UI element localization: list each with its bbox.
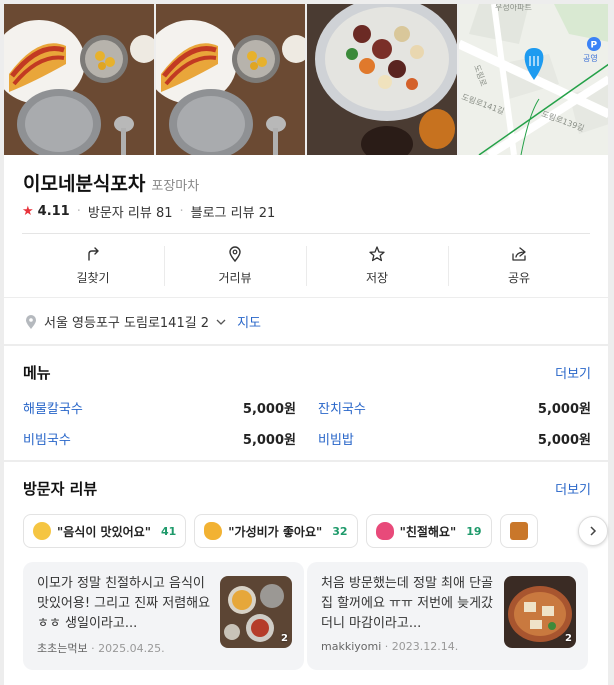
- review-meta: makkiyomi · 2023.12.14.: [321, 640, 458, 653]
- save-label: 저장: [365, 271, 389, 285]
- reviews-more-link[interactable]: 더보기: [555, 479, 591, 498]
- chips-next-button[interactable]: [578, 516, 608, 546]
- place-page: 우성아파트 도림로 도림로141길 도림로139길 P 공영 이모네분식포차 포…: [0, 0, 614, 685]
- photo-count-badge: 2: [281, 633, 288, 644]
- action-bar: 길찾기 거리뷰 저장 공유: [22, 233, 590, 297]
- review-card[interactable]: 처음 방문했는데 정말 최애 단골집 할꺼에요 ㅠㅠ 저번에 늦게갔더니 마감이…: [307, 562, 588, 670]
- place-name: 이모네분식포차: [23, 173, 146, 195]
- chevron-down-icon[interactable]: [215, 316, 227, 328]
- review-photo[interactable]: 2: [220, 576, 292, 648]
- menu-item[interactable]: 비빔밥 5,000원: [318, 429, 591, 448]
- menu-item[interactable]: 비빔국수 5,000원: [23, 429, 296, 448]
- drink-emoji-icon: [509, 522, 528, 540]
- directions-icon: [88, 247, 99, 261]
- photo-count-badge: 2: [565, 633, 572, 644]
- review-text: 처음 방문했는데 정말 최애 단골집 할꺼에요 ㅠㅠ 저번에 늦게갔더니 마감이…: [321, 576, 494, 631]
- menu-item-name: 해물칼국수: [23, 402, 83, 417]
- svg-text:P: P: [590, 41, 597, 51]
- rating-value: 4.11: [37, 204, 70, 219]
- chip-label: "음식이 맛있어요": [57, 524, 151, 539]
- chevron-right-icon: [590, 526, 597, 536]
- thumbs-up-emoji-icon: [204, 522, 223, 540]
- review-author: 초초는먹보: [37, 642, 88, 655]
- keyword-chip-kind[interactable]: "친절해요" 19: [365, 514, 492, 548]
- address-section: 서울 영등포구 도림로141길 2 지도: [4, 298, 608, 344]
- place-category: 포장마차: [151, 179, 200, 194]
- menu-item-name: 비빔밥: [318, 433, 354, 448]
- blog-review-count[interactable]: 블로그 리뷰 21: [191, 202, 276, 221]
- chip-label: "가성비가 좋아요": [228, 524, 323, 539]
- menu-grid: 해물칼국수 5,000원 잔치국수 5,000원 비빔국수 5,000원 비빔밥…: [23, 398, 591, 448]
- separator-dot: ·: [384, 640, 392, 653]
- map-thumbnail[interactable]: 우성아파트 도림로 도림로141길 도림로139길 P 공영: [458, 4, 608, 155]
- review-text: 이모가 정말 친절하시고 음식이 맛있어용! 그리고 진짜 저렴해요 ㅎㅎ 생일…: [37, 576, 211, 631]
- keyword-chip-value[interactable]: "가성비가 좋아요" 32: [194, 514, 358, 548]
- keyword-chip-tasty[interactable]: "음식이 맛있어요" 41: [23, 514, 187, 548]
- review-photo[interactable]: 2: [504, 576, 576, 648]
- menu-item-name: 비빔국수: [23, 433, 71, 448]
- rating-row: ★ 4.11 · 방문자 리뷰 81 · 블로그 리뷰 21: [22, 202, 275, 221]
- share-label: 공유: [507, 271, 531, 285]
- keyword-chips: "음식이 맛있어요" 41 "가성비가 좋아요" 32 "친절해요" 19: [23, 514, 608, 550]
- smile-emoji-icon: [33, 522, 51, 540]
- separator-dot: ·: [179, 204, 184, 219]
- review-meta: 초초는먹보 · 2025.04.25.: [37, 640, 165, 656]
- address-row: 서울 영등포구 도림로141길 2 지도: [24, 312, 261, 331]
- star-icon: [369, 246, 385, 262]
- title-row: 이모네분식포차 포장마차: [23, 169, 199, 196]
- visitor-review-count[interactable]: 방문자 리뷰 81: [88, 202, 173, 221]
- map-link[interactable]: 지도: [237, 312, 261, 331]
- directions-button[interactable]: 길찾기: [22, 234, 164, 297]
- location-pin-icon: [26, 314, 36, 329]
- share-button[interactable]: 공유: [448, 234, 590, 297]
- address-text: 서울 영등포구 도림로141길 2: [44, 316, 210, 331]
- chip-count: 32: [332, 524, 348, 538]
- photo-2[interactable]: [155, 4, 305, 155]
- menu-item[interactable]: 잔치국수 5,000원: [318, 398, 591, 417]
- chip-count: 41: [160, 524, 177, 538]
- menu-item-price: 5,000원: [242, 402, 296, 417]
- menu-title: 메뉴: [23, 364, 51, 382]
- review-author: makkiyomi: [321, 640, 382, 653]
- menu-section: 메뉴 더보기 해물칼국수 5,000원 잔치국수 5,000원 비빔국수 5,0…: [4, 346, 608, 460]
- street-view-icon: [229, 246, 241, 263]
- keyword-chip-partial[interactable]: [499, 514, 538, 548]
- star-icon: ★: [22, 204, 34, 219]
- photo-3[interactable]: [307, 4, 457, 155]
- menu-item-name: 잔치국수: [318, 402, 366, 417]
- review-date: 2025.04.25.: [98, 642, 165, 655]
- street-view-label: 거리뷰: [218, 271, 252, 285]
- heart-emoji-icon: [375, 522, 394, 540]
- map-label-top: 우성아파트: [495, 4, 532, 12]
- street-view-button[interactable]: 거리뷰: [164, 234, 306, 297]
- share-icon: [512, 247, 526, 261]
- menu-item-price: 5,000원: [537, 433, 591, 448]
- review-card[interactable]: 이모가 정말 친절하시고 음식이 맛있어용! 그리고 진짜 저렴해요 ㅎㅎ 생일…: [23, 562, 304, 670]
- reviews-title: 방문자 리뷰: [23, 480, 98, 498]
- directions-label: 길찾기: [76, 271, 110, 285]
- visitor-reviews-section: 방문자 리뷰 더보기 "음식이 맛있어요" 41 "가성비가 좋아요" 32 "…: [4, 462, 608, 685]
- menu-item-price: 5,000원: [242, 433, 296, 448]
- review-date: 2023.12.14.: [391, 640, 459, 653]
- place-info: 이모네분식포차 포장마차 ★ 4.11 · 방문자 리뷰 81 · 블로그 리뷰…: [4, 155, 608, 297]
- menu-item[interactable]: 해물칼국수 5,000원: [23, 398, 296, 417]
- photo-strip: 우성아파트 도림로 도림로141길 도림로139길 P 공영: [4, 4, 608, 155]
- photo-1[interactable]: [4, 4, 154, 155]
- map-label-parking: 공영: [583, 53, 598, 63]
- separator-dot: ·: [76, 204, 81, 219]
- menu-more-link[interactable]: 더보기: [555, 363, 591, 382]
- menu-item-price: 5,000원: [537, 402, 591, 417]
- chip-label: "친절해요": [399, 524, 457, 539]
- save-button[interactable]: 저장: [306, 234, 448, 297]
- chip-count: 19: [466, 524, 482, 538]
